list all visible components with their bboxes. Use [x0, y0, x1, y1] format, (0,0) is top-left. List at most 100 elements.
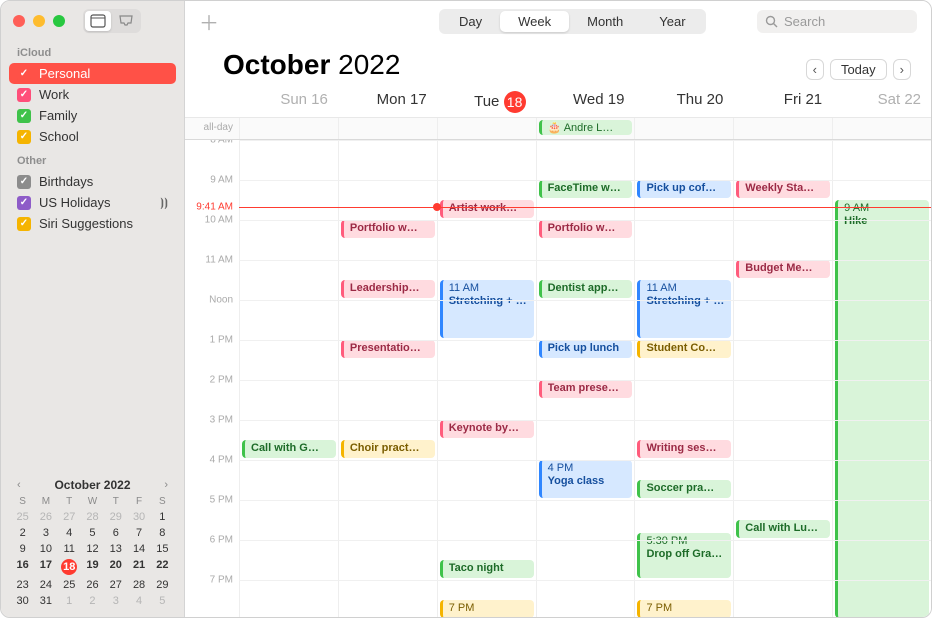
- week-grid[interactable]: 8 AM9 AM10 AM11 AMNoon1 PM2 PM3 PM4 PM5 …: [185, 140, 931, 617]
- calendar-event[interactable]: Student Co…: [637, 340, 731, 358]
- calendar-item[interactable]: ✓Work: [9, 84, 176, 105]
- allday-cell[interactable]: [437, 118, 536, 139]
- view-week-button[interactable]: Week: [500, 11, 569, 32]
- next-week-button[interactable]: ›: [893, 59, 911, 80]
- mini-day[interactable]: 11: [58, 543, 81, 555]
- mini-day[interactable]: 27: [58, 511, 81, 523]
- calendar-event[interactable]: Weekly Sta…: [736, 180, 830, 198]
- calendar-event[interactable]: Pick up lunch: [539, 340, 633, 358]
- mini-day[interactable]: 5: [151, 595, 174, 607]
- view-year-button[interactable]: Year: [641, 11, 703, 32]
- allday-cell[interactable]: [832, 118, 931, 139]
- search-field[interactable]: Search: [757, 10, 917, 33]
- mini-day[interactable]: 10: [34, 543, 57, 555]
- mini-day[interactable]: 5: [81, 527, 104, 539]
- mini-day[interactable]: 9: [11, 543, 34, 555]
- day-column[interactable]: Pick up cof… 11 AM Stretching + weights St…: [634, 140, 733, 617]
- day-header[interactable]: Fri 21: [733, 85, 832, 117]
- day-column[interactable]: Portfolio w… Leadership… Presentatio… Choir…: [338, 140, 437, 617]
- mini-day[interactable]: 1: [151, 511, 174, 523]
- add-event-button[interactable]: ＋: [199, 7, 219, 36]
- calendar-event[interactable]: Writing ses…: [637, 440, 731, 458]
- close-button[interactable]: [13, 15, 25, 27]
- calendar-event[interactable]: Call with Lu…: [736, 520, 830, 538]
- calendar-event[interactable]: Call with G…: [242, 440, 336, 458]
- view-month-button[interactable]: Month: [569, 11, 641, 32]
- calendar-event[interactable]: Keynote by…: [440, 420, 534, 438]
- day-header[interactable]: Thu 20: [634, 85, 733, 117]
- minimize-button[interactable]: [33, 15, 45, 27]
- calendar-checkbox[interactable]: ✓: [17, 88, 31, 102]
- mini-day[interactable]: 23: [11, 579, 34, 591]
- calendar-event[interactable]: 7 PM: [440, 600, 534, 617]
- day-column[interactable]: Weekly Sta… Budget Me… Call with Lu…: [733, 140, 832, 617]
- calendar-event[interactable]: 11 AM Stretching + weights: [440, 280, 534, 338]
- mini-day[interactable]: 28: [81, 511, 104, 523]
- mini-day[interactable]: 4: [58, 527, 81, 539]
- mini-day[interactable]: 21: [127, 559, 150, 575]
- allday-cell[interactable]: [733, 118, 832, 139]
- mini-day[interactable]: 1: [58, 595, 81, 607]
- mini-day[interactable]: 26: [34, 511, 57, 523]
- mini-day[interactable]: 6: [104, 527, 127, 539]
- zoom-button[interactable]: [53, 15, 65, 27]
- day-column[interactable]: Artist work… 11 AM Stretching + weights Ke…: [437, 140, 536, 617]
- calendar-event[interactable]: 9 AM Hike: [835, 200, 929, 617]
- calendar-event[interactable]: Portfolio w…: [341, 220, 435, 238]
- day-column[interactable]: FaceTime w… Portfolio w… Dentist app… Pick …: [536, 140, 635, 617]
- calendar-item[interactable]: ✓Siri Suggestions: [9, 213, 176, 234]
- mini-day[interactable]: 16: [11, 559, 34, 575]
- allday-event[interactable]: 🎂 Andre L…: [539, 120, 633, 135]
- mini-day[interactable]: 15: [151, 543, 174, 555]
- calendar-event[interactable]: Presentatio…: [341, 340, 435, 358]
- calendar-checkbox[interactable]: ✓: [17, 67, 31, 81]
- calendar-item[interactable]: ✓Family: [9, 105, 176, 126]
- mini-day[interactable]: 26: [81, 579, 104, 591]
- mini-day[interactable]: 3: [34, 527, 57, 539]
- mini-day[interactable]: 31: [34, 595, 57, 607]
- calendar-checkbox[interactable]: ✓: [17, 217, 31, 231]
- calendar-event[interactable]: Taco night: [440, 560, 534, 578]
- mini-day[interactable]: 30: [127, 511, 150, 523]
- mini-day[interactable]: 7: [127, 527, 150, 539]
- day-header[interactable]: Wed 19: [536, 85, 635, 117]
- calendar-item[interactable]: ✓US Holidays⦘⦘: [9, 192, 176, 213]
- mini-day[interactable]: 25: [58, 579, 81, 591]
- mini-day[interactable]: 27: [104, 579, 127, 591]
- calendar-event[interactable]: Soccer pra…: [637, 480, 731, 498]
- calendar-event[interactable]: Choir pract…: [341, 440, 435, 458]
- mini-next-button[interactable]: ›: [160, 479, 172, 491]
- mini-day[interactable]: 18: [58, 559, 81, 575]
- day-header[interactable]: Sun 16: [239, 85, 338, 117]
- calendar-event[interactable]: Dentist app…: [539, 280, 633, 298]
- mini-day[interactable]: 3: [104, 595, 127, 607]
- calendar-item[interactable]: ✓Birthdays: [9, 171, 176, 192]
- calendar-event[interactable]: Pick up cof…: [637, 180, 731, 198]
- mini-day[interactable]: 24: [34, 579, 57, 591]
- mini-day[interactable]: 13: [104, 543, 127, 555]
- calendar-event[interactable]: Leadership…: [341, 280, 435, 298]
- mini-day[interactable]: 14: [127, 543, 150, 555]
- mini-day[interactable]: 2: [81, 595, 104, 607]
- mini-prev-button[interactable]: ‹: [13, 479, 25, 491]
- calendar-checkbox[interactable]: ✓: [17, 130, 31, 144]
- day-column[interactable]: 9 AM Hike: [832, 140, 931, 617]
- mini-day[interactable]: 29: [104, 511, 127, 523]
- calendar-event[interactable]: Portfolio w…: [539, 220, 633, 238]
- calendar-event[interactable]: Artist work…: [440, 200, 534, 218]
- day-column[interactable]: Call with G…: [239, 140, 338, 617]
- mini-day[interactable]: 12: [81, 543, 104, 555]
- mini-day[interactable]: 2: [11, 527, 34, 539]
- calendar-event[interactable]: FaceTime w…: [539, 180, 633, 198]
- calendar-event[interactable]: 11 AM Stretching + weights: [637, 280, 731, 338]
- mini-day[interactable]: 28: [127, 579, 150, 591]
- calendar-event[interactable]: Team prese…: [539, 380, 633, 398]
- today-button[interactable]: Today: [830, 59, 887, 80]
- mini-day[interactable]: 30: [11, 595, 34, 607]
- mini-day[interactable]: 29: [151, 579, 174, 591]
- mini-day[interactable]: 17: [34, 559, 57, 575]
- view-day-button[interactable]: Day: [441, 11, 500, 32]
- calendar-checkbox[interactable]: ✓: [17, 109, 31, 123]
- calendar-event[interactable]: Budget Me…: [736, 260, 830, 278]
- calendar-item[interactable]: ✓School: [9, 126, 176, 147]
